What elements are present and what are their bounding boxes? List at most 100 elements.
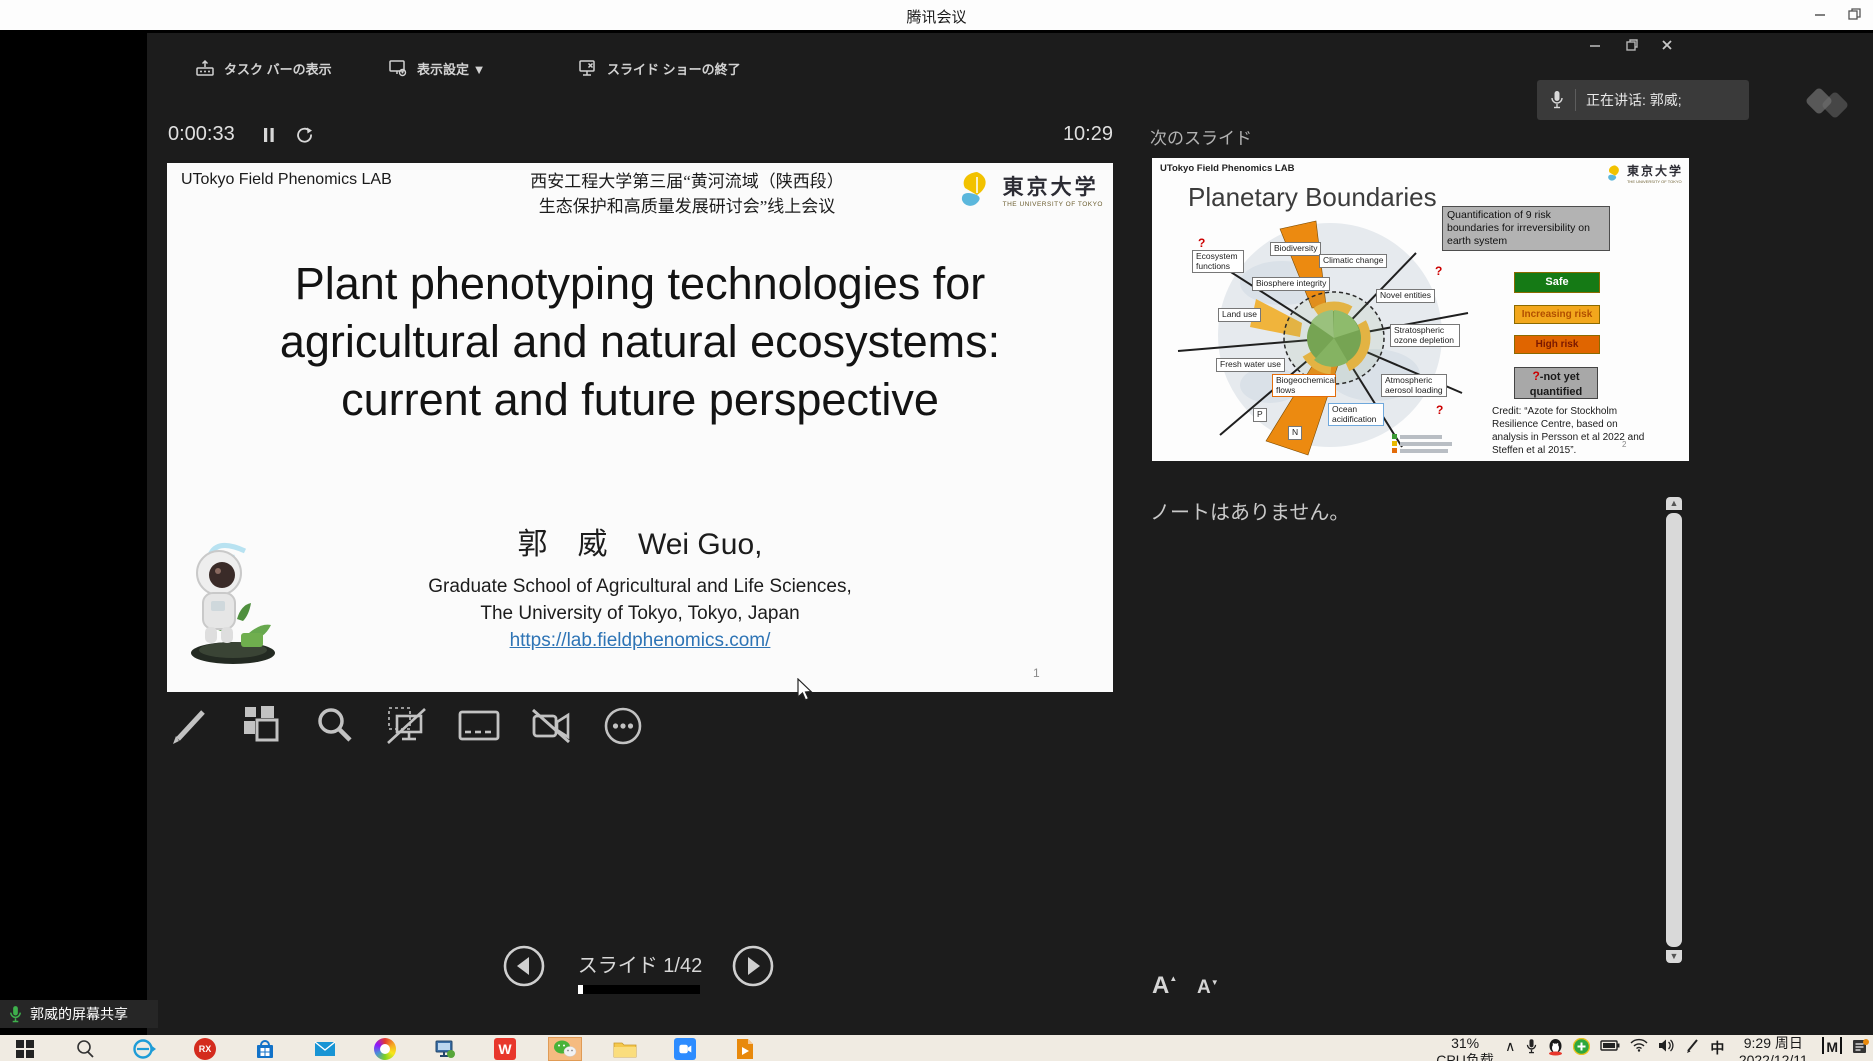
taskbar-wps-button[interactable]: W — [488, 1037, 522, 1061]
restart-icon — [296, 126, 313, 143]
author-name-cjk: 郭 威 — [518, 528, 608, 561]
next-slide-button[interactable] — [731, 944, 775, 993]
thumb-logo-jp: 東京大学 — [1627, 162, 1683, 179]
pen-tool-icon[interactable] — [168, 703, 214, 749]
taskbar-store-button[interactable] — [248, 1037, 282, 1061]
label-biosphere: Biosphere integrity — [1252, 277, 1330, 291]
action-center-button[interactable] — [1852, 1035, 1869, 1058]
zoom-tool-icon[interactable] — [312, 703, 358, 749]
tray-qq-button[interactable] — [1548, 1035, 1563, 1059]
clock-tray[interactable]: 9:29 周日 2022/12/11 — [1734, 1035, 1812, 1061]
more-options-icon[interactable] — [600, 703, 646, 749]
tray-pen-button[interactable] — [1685, 1035, 1700, 1057]
next-slide-thumbnail[interactable]: UTokyo Field Phenomics LAB 東京大学 THE UNIV… — [1152, 158, 1689, 461]
utokyo-logo: 東京大学 THE UNIVERSITY OF TOKYO — [957, 169, 1103, 209]
taskbar-icon — [195, 58, 215, 78]
risk-box-not-quantified: ?-not yet quantified — [1514, 367, 1598, 399]
legend-high-swatch — [1392, 448, 1397, 453]
chevron-up-icon: ∧ — [1505, 1038, 1515, 1054]
browser-icon-center — [380, 1044, 390, 1054]
black-screen-icon[interactable] — [384, 703, 430, 749]
pv-close-icon — [1660, 38, 1674, 52]
camera-off-icon[interactable] — [528, 703, 574, 749]
notes-scrollbar[interactable] — [1666, 513, 1682, 947]
increase-caret-icon: ▲ — [1169, 974, 1177, 983]
taskbar: RX — [0, 1035, 1873, 1061]
tray-mic-button[interactable] — [1525, 1035, 1538, 1058]
presentation-doc-icon — [736, 1038, 754, 1060]
utokyo-logo-text: 東京大学 THE UNIVERSITY OF TOKYO — [1003, 171, 1103, 208]
increase-font-button[interactable]: A ▲ — [1152, 972, 1177, 1000]
notes-placeholder: ノートはありません。 — [1150, 496, 1349, 525]
slideshow-toolbar — [168, 703, 646, 749]
end-slideshow-button[interactable]: スライド ショーの終了 — [578, 58, 741, 78]
timer-restart-button[interactable] — [296, 126, 313, 148]
banner-divider — [1575, 89, 1576, 111]
tray-security-button[interactable] — [1573, 1035, 1590, 1058]
minimize-icon — [1814, 8, 1826, 20]
minimize-button[interactable] — [1809, 8, 1831, 22]
battery-icon — [1600, 1039, 1620, 1051]
slide-page-number: 1 — [1033, 666, 1040, 680]
decrease-font-button[interactable]: A ▼ — [1197, 977, 1219, 999]
progress-fill — [578, 985, 583, 994]
action-center-icon — [1852, 1038, 1869, 1055]
start-button[interactable] — [8, 1037, 42, 1061]
cpu-meter[interactable]: 31% CPU负载 — [1435, 1035, 1495, 1061]
display-settings-icon — [388, 58, 408, 78]
pv-close-button[interactable] — [1660, 38, 1674, 55]
taskbar-rx-button[interactable]: RX — [188, 1037, 222, 1061]
thumb-page-number: 2 — [1622, 440, 1626, 449]
security-plus-icon — [1573, 1038, 1590, 1055]
tray-volume-button[interactable] — [1658, 1035, 1675, 1056]
speaking-banner-label: 正在讲话: 郭威; — [1586, 90, 1682, 110]
show-taskbar-button[interactable]: タスク バーの表示 — [195, 58, 332, 78]
tray-expand-button[interactable]: ∧ — [1505, 1035, 1515, 1055]
conference-line1: 西安工程大学第三届“黄河流域（陕西段） — [530, 172, 844, 191]
taskbar-browser-button[interactable] — [368, 1037, 402, 1061]
lab-website-link[interactable]: https://lab.fieldphenomics.com/ — [510, 630, 771, 651]
slide-lab-header: UTokyo Field Phenomics LAB — [181, 171, 392, 189]
label-p: P — [1253, 408, 1267, 422]
tray-time: 9:29 周日 — [1734, 1035, 1812, 1052]
touch-keyboard-button[interactable]: M — [1822, 1037, 1842, 1054]
legend-bar — [1400, 435, 1442, 439]
tencent-meeting-icon — [674, 1038, 696, 1060]
taskbar-ie-button[interactable] — [128, 1037, 162, 1061]
captions-icon[interactable] — [456, 703, 502, 749]
affiliation-line2: The University of Tokyo, Tokyo, Japan — [167, 600, 1113, 627]
thumb-logo-text: 東京大学 THE UNIVERSITY OF TOKYO — [1627, 162, 1683, 184]
taskbar-mail-button[interactable] — [308, 1037, 342, 1061]
taskbar-pc-button[interactable] — [428, 1037, 462, 1061]
taskbar-meeting-button[interactable] — [668, 1037, 702, 1061]
mail-icon — [314, 1040, 336, 1058]
scroll-up-icon: ▲ — [1670, 498, 1679, 508]
affiliation-line1: Graduate School of Agricultural and Life… — [167, 573, 1113, 600]
taskbar-wechat-button-active[interactable] — [548, 1037, 582, 1061]
browser-icon — [374, 1038, 396, 1060]
taskbar-search-button[interactable] — [68, 1037, 102, 1061]
restore-button[interactable] — [1843, 8, 1865, 22]
ime-indicator[interactable]: 中 — [1710, 1035, 1724, 1058]
taskbar-explorer-button[interactable] — [608, 1037, 642, 1061]
tray-battery-button[interactable] — [1600, 1035, 1620, 1054]
display-settings-button[interactable]: 表示設定 ▼ — [388, 58, 485, 78]
system-tray: 31% CPU负载 ∧ — [1435, 1035, 1873, 1061]
pv-restore-button[interactable] — [1625, 38, 1639, 55]
scrollbar-up-button[interactable]: ▲ — [1666, 497, 1682, 510]
timer-pause-button[interactable] — [262, 127, 276, 148]
pv-minimize-button[interactable] — [1588, 38, 1602, 55]
all-slides-icon[interactable] — [240, 703, 286, 749]
diagram-mini-legend — [1392, 434, 1452, 455]
restore-icon — [1848, 8, 1861, 21]
taskbar-slides-button[interactable] — [728, 1037, 762, 1061]
tray-wifi-button[interactable] — [1630, 1035, 1648, 1055]
scrollbar-down-button[interactable]: ▼ — [1666, 950, 1682, 963]
previous-slide-button[interactable] — [502, 944, 546, 993]
rx-icon: RX — [194, 1038, 216, 1060]
pv-minimize-icon — [1588, 38, 1602, 52]
meeting-titlebar: 腾讯会议 — [0, 0, 1873, 30]
label-ecosystem: Ecosystem functions — [1192, 250, 1244, 273]
label-freshwater: Fresh water use — [1216, 358, 1285, 372]
decrease-font-label: A — [1197, 977, 1211, 999]
